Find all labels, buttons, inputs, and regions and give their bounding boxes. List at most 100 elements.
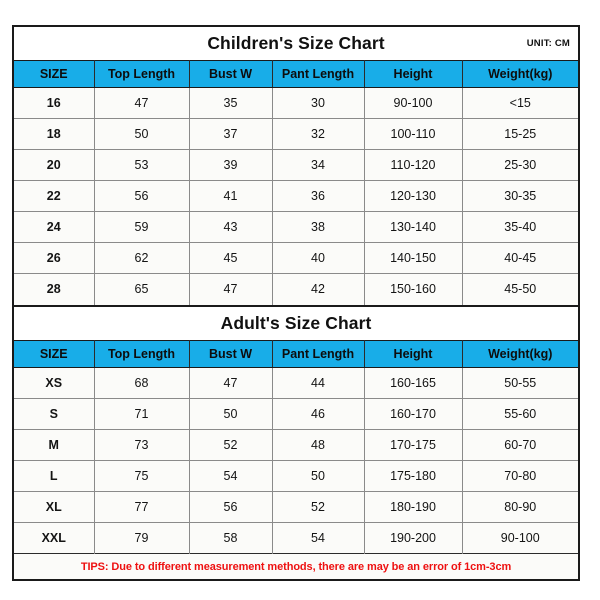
cell-height: 110-120 <box>363 149 463 181</box>
cell-height: 120-130 <box>363 180 463 212</box>
cell-height: 160-165 <box>363 366 463 398</box>
size-chart-page: Children's Size Chart UNIT: CM SIZE Top … <box>0 0 600 600</box>
cell-bust-w: 45 <box>188 242 273 274</box>
cell-pant-length: 50 <box>271 459 365 491</box>
table-row: XS 68 47 44 160-165 50-55 <box>14 366 578 398</box>
cell-pant-length: 30 <box>271 87 365 119</box>
adult-header-row: SIZE Top Length Bust W Pant Length Heigh… <box>14 339 578 368</box>
cell-height: 190-200 <box>363 521 463 553</box>
table-row: 16 47 35 30 90-100 <15 <box>14 87 579 119</box>
cell-height: 180-190 <box>363 490 463 522</box>
cell-bust-w: 50 <box>188 397 273 429</box>
cell-size: 20 <box>14 149 95 181</box>
table-row: 18 50 37 32 100-110 15-25 <box>14 118 579 150</box>
table-row: 28 65 47 42 150-160 45-50 <box>14 273 579 305</box>
cell-size: 24 <box>14 211 95 243</box>
table-row: 22 56 41 36 120-130 30-35 <box>14 180 579 212</box>
cell-pant-length: 44 <box>271 366 365 398</box>
children-col-height: Height <box>363 60 463 88</box>
table-row: XXL 79 58 54 190-200 90-100 <box>14 521 578 553</box>
cell-pant-length: 48 <box>271 428 365 460</box>
children-header-row: SIZE Top Length Bust W Pant Length Heigh… <box>14 60 579 88</box>
cell-top-length: 79 <box>93 521 190 553</box>
cell-top-length: 73 <box>93 428 190 460</box>
cell-top-length: 68 <box>93 366 190 398</box>
cell-height: 175-180 <box>363 459 463 491</box>
table-row: XL 77 56 52 180-190 80-90 <box>14 490 578 522</box>
adult-title-row: Adult's Size Chart <box>14 306 578 340</box>
cell-top-length: 62 <box>93 242 190 274</box>
adult-col-top-length: Top Length <box>93 339 190 368</box>
cell-pant-length: 32 <box>271 118 365 150</box>
cell-weight: 15-25 <box>461 118 579 150</box>
cell-pant-length: 36 <box>271 180 365 212</box>
cell-height: 140-150 <box>363 242 463 274</box>
cell-height: 170-175 <box>363 428 463 460</box>
adult-chart-title: Adult's Size Chart <box>220 312 372 333</box>
cell-top-length: 59 <box>93 211 190 243</box>
table-row: 24 59 43 38 130-140 35-40 <box>14 211 579 243</box>
cell-bust-w: 56 <box>188 490 273 522</box>
cell-bust-w: 39 <box>188 149 273 181</box>
children-col-top-length: Top Length <box>93 60 190 88</box>
size-chart-container: Children's Size Chart UNIT: CM SIZE Top … <box>12 25 580 581</box>
cell-bust-w: 47 <box>188 366 273 398</box>
cell-size: 16 <box>14 87 95 119</box>
table-row: S 71 50 46 160-170 55-60 <box>14 397 578 429</box>
table-row: M 73 52 48 170-175 60-70 <box>14 428 578 460</box>
cell-height: 130-140 <box>363 211 463 243</box>
cell-size: XXL <box>14 521 95 553</box>
cell-top-length: 53 <box>93 149 190 181</box>
cell-weight: 35-40 <box>461 211 579 243</box>
cell-bust-w: 41 <box>188 180 273 212</box>
cell-height: 90-100 <box>363 87 463 119</box>
cell-size: L <box>14 459 95 491</box>
cell-top-length: 77 <box>93 490 190 522</box>
cell-top-length: 71 <box>93 397 190 429</box>
cell-bust-w: 58 <box>188 521 273 553</box>
cell-bust-w: 37 <box>188 118 273 150</box>
cell-pant-length: 38 <box>271 211 365 243</box>
cell-top-length: 47 <box>93 87 190 119</box>
tips-row: TIPS: Due to different measurement metho… <box>14 552 578 579</box>
cell-size: M <box>14 428 95 460</box>
cell-weight: 55-60 <box>461 397 578 429</box>
adult-col-height: Height <box>363 339 463 368</box>
cell-top-length: 75 <box>93 459 190 491</box>
cell-weight: <15 <box>461 87 579 119</box>
table-row: 20 53 39 34 110-120 25-30 <box>14 149 579 181</box>
cell-pant-length: 52 <box>271 490 365 522</box>
tips-cell: TIPS: Due to different measurement metho… <box>14 552 578 579</box>
children-col-size: SIZE <box>14 60 95 88</box>
cell-weight: 90-100 <box>461 521 578 553</box>
cell-top-length: 50 <box>93 118 190 150</box>
cell-size: XL <box>14 490 95 522</box>
adult-col-bust-w: Bust W <box>188 339 273 368</box>
cell-bust-w: 52 <box>188 428 273 460</box>
cell-top-length: 65 <box>93 273 190 305</box>
children-size-table: Children's Size Chart UNIT: CM SIZE Top … <box>14 27 579 305</box>
adult-title-cell: Adult's Size Chart <box>14 306 578 340</box>
cell-size: S <box>14 397 95 429</box>
adult-size-table: Adult's Size Chart SIZE Top Length Bust … <box>14 306 578 579</box>
adult-col-size: SIZE <box>14 339 95 368</box>
table-row: 26 62 45 40 140-150 40-45 <box>14 242 579 274</box>
tips-note: TIPS: Due to different measurement metho… <box>80 561 512 573</box>
cell-bust-w: 35 <box>188 87 273 119</box>
cell-top-length: 56 <box>93 180 190 212</box>
cell-bust-w: 54 <box>188 459 273 491</box>
cell-pant-length: 40 <box>271 242 365 274</box>
cell-weight: 25-30 <box>461 149 579 181</box>
cell-pant-length: 42 <box>271 273 365 305</box>
adult-col-weight: Weight(kg) <box>461 339 578 368</box>
children-chart-title: Children's Size Chart <box>207 33 385 53</box>
cell-height: 150-160 <box>363 273 463 305</box>
cell-size: XS <box>14 366 95 398</box>
cell-weight: 70-80 <box>461 459 578 491</box>
children-col-pant-length: Pant Length <box>271 60 365 88</box>
cell-weight: 60-70 <box>461 428 578 460</box>
cell-pant-length: 46 <box>271 397 365 429</box>
adult-col-pant-length: Pant Length <box>271 339 365 368</box>
cell-weight: 40-45 <box>461 242 579 274</box>
cell-pant-length: 54 <box>271 521 365 553</box>
